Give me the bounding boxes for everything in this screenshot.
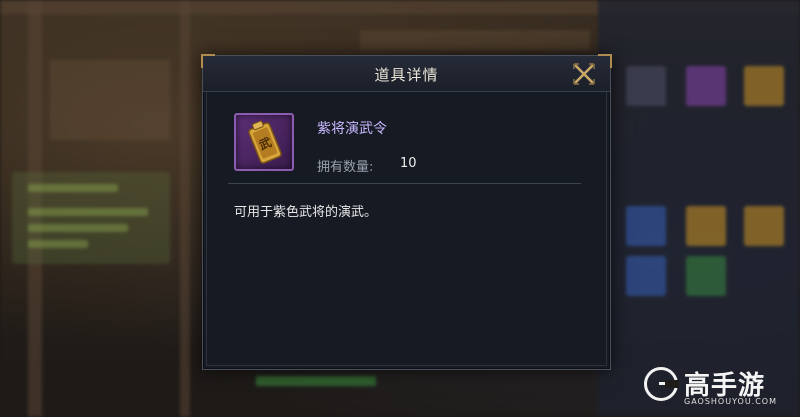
background-inventory-panel xyxy=(598,0,800,417)
dialog-header: 道具详情 xyxy=(203,56,610,92)
item-description: 可用于紫色武将的演武。 xyxy=(234,205,378,220)
item-detail-dialog: 道具详情 武 紫将演武令 拥有数量: 10 可用于紫色武将的演武。 xyxy=(201,54,612,370)
gaoshouyou-logo-icon xyxy=(644,367,679,401)
purple-martial-token-icon: 武 xyxy=(248,120,282,164)
owned-count-value: 10 xyxy=(400,156,417,171)
background-shelf xyxy=(50,60,170,140)
close-button[interactable] xyxy=(572,62,596,86)
item-name: 紫将演武令 xyxy=(317,121,387,137)
item-icon-slot[interactable]: 武 xyxy=(234,113,294,171)
site-watermark: 高手游 GAOSHOUYOU.COM xyxy=(644,363,792,411)
close-x-icon xyxy=(573,63,595,85)
background-pillar xyxy=(180,0,190,417)
background-hero-panel xyxy=(12,172,170,264)
dialog-title: 道具详情 xyxy=(374,66,439,84)
background-progress-bar xyxy=(256,376,376,386)
owned-count-label: 拥有数量: xyxy=(317,160,374,175)
watermark-url: GAOSHOUYOU.COM xyxy=(684,397,778,406)
divider xyxy=(228,183,581,184)
background-lantern-row xyxy=(360,30,590,50)
